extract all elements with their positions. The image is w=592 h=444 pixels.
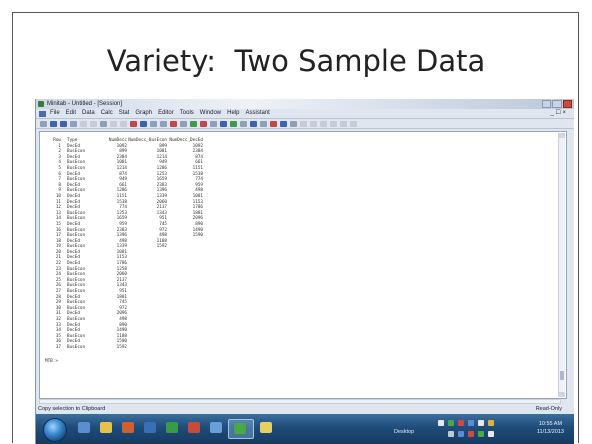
ie-taskbar-icon[interactable] bbox=[78, 422, 90, 433]
menu-editor[interactable]: Editor bbox=[158, 109, 174, 118]
powerpoint-taskbar-icon[interactable] bbox=[188, 422, 200, 433]
help-icon[interactable] bbox=[180, 120, 187, 127]
desktop-toolbar-label[interactable]: Desktop bbox=[394, 429, 414, 435]
minitab-app-icon bbox=[38, 101, 44, 107]
tools-icon[interactable] bbox=[290, 120, 297, 127]
find-icon[interactable] bbox=[140, 120, 147, 127]
explorer-taskbar-icon[interactable] bbox=[100, 422, 112, 433]
align-icon[interactable] bbox=[350, 120, 357, 127]
horizontal-scrollbar[interactable] bbox=[39, 399, 561, 404]
minitab-window: Minitab - Untitled - [Session] File Edit D… bbox=[35, 99, 574, 444]
session-row: 37 BusEcon 1592 bbox=[45, 345, 203, 351]
graph-icon[interactable] bbox=[270, 120, 277, 127]
window-controls bbox=[542, 100, 572, 108]
status-message: Copy selection to Clipboard bbox=[38, 406, 106, 412]
print-icon[interactable] bbox=[70, 120, 77, 127]
windows-taskbar: Desktop 10:55 AM 11/13/2013 bbox=[36, 414, 574, 444]
vertical-scrollbar[interactable] bbox=[558, 133, 565, 397]
set-id-icon[interactable] bbox=[330, 120, 337, 127]
session-doc-icon bbox=[39, 111, 46, 117]
session-cell: 1592 bbox=[116, 344, 127, 350]
session-cell: 1590 bbox=[192, 233, 203, 239]
read-only-indicator: Read-Only bbox=[535, 406, 562, 412]
menu-window[interactable]: Window bbox=[200, 109, 221, 118]
info-icon[interactable] bbox=[210, 120, 217, 127]
worksheet-icon[interactable] bbox=[250, 120, 257, 127]
tray-app-icon[interactable] bbox=[448, 420, 454, 426]
tray-security-icon[interactable] bbox=[458, 420, 464, 426]
report-pad-icon[interactable] bbox=[230, 120, 237, 127]
cut-icon[interactable] bbox=[80, 120, 87, 127]
undo-icon[interactable] bbox=[110, 120, 117, 127]
start-button[interactable] bbox=[43, 418, 67, 442]
mtb-prompt[interactable]: MTB > bbox=[45, 359, 203, 365]
clock-time: 10:55 AM bbox=[538, 421, 563, 427]
history-icon[interactable] bbox=[220, 120, 227, 127]
system-clock[interactable]: 10:55 AM 11/13/2013 bbox=[537, 420, 564, 436]
graph-edit-icon[interactable] bbox=[280, 120, 287, 127]
copy-icon[interactable] bbox=[90, 120, 97, 127]
next-icon[interactable] bbox=[160, 120, 167, 127]
tray-bluetooth-icon[interactable] bbox=[458, 431, 464, 437]
window-title: Minitab - Untitled - [Session] bbox=[47, 101, 123, 107]
close-button[interactable] bbox=[562, 100, 572, 108]
menu-stat[interactable]: Stat bbox=[119, 109, 130, 118]
tray-flag-icon[interactable] bbox=[488, 420, 494, 426]
tray-arrow-icon[interactable] bbox=[438, 420, 444, 426]
tray-update-icon[interactable] bbox=[468, 431, 474, 437]
tray-power-icon[interactable] bbox=[488, 431, 494, 437]
layout-icon[interactable] bbox=[340, 120, 347, 127]
menu-bar: File Edit Data Calc Stat Graph Editor Tools Wind… bbox=[36, 109, 574, 118]
status-bar: Copy selection to Clipboard Read-Only bbox=[36, 405, 574, 413]
excel-taskbar-icon[interactable] bbox=[166, 422, 178, 433]
menu-file[interactable]: File bbox=[50, 109, 60, 118]
redo-icon[interactable] bbox=[120, 120, 127, 127]
project-manager-icon[interactable] bbox=[240, 120, 247, 127]
session-output: Row Type NumDeccNumDecc_BusEcon NumDecc_Dec… bbox=[45, 138, 203, 364]
scroll-thumb[interactable] bbox=[560, 371, 564, 380]
toolbar bbox=[36, 118, 574, 129]
clock-date: 11/13/2013 bbox=[536, 429, 564, 435]
tray-network-icon[interactable] bbox=[468, 420, 474, 426]
session-cell: BusEcon bbox=[67, 344, 86, 350]
minitab-taskbar-icon bbox=[234, 423, 246, 434]
scroll-down-arrow-icon[interactable] bbox=[559, 392, 565, 397]
mdi-controls[interactable]: _ ☐ × bbox=[550, 109, 566, 118]
paste-icon[interactable] bbox=[100, 120, 107, 127]
data-window-icon[interactable] bbox=[260, 120, 267, 127]
menu-help[interactable]: Help bbox=[227, 109, 239, 118]
slide-title: Variety: Two Sample Data bbox=[106, 44, 486, 78]
media-taskbar-icon[interactable] bbox=[122, 422, 134, 433]
minimize-button[interactable] bbox=[542, 100, 552, 108]
open-icon[interactable] bbox=[50, 120, 57, 127]
menu-tools[interactable]: Tools bbox=[180, 109, 194, 118]
graph-folder-icon[interactable] bbox=[200, 120, 207, 127]
menu-edit[interactable]: Edit bbox=[66, 109, 76, 118]
folder-taskbar-icon[interactable] bbox=[260, 422, 272, 433]
menu-assistant[interactable]: Assistant bbox=[245, 109, 269, 118]
select-icon[interactable] bbox=[310, 120, 317, 127]
edit-last-dialog-icon[interactable] bbox=[130, 120, 137, 127]
app-taskbar-icon[interactable] bbox=[210, 422, 222, 433]
new-icon[interactable] bbox=[40, 120, 47, 127]
menu-graph[interactable]: Graph bbox=[135, 109, 152, 118]
menu-calc[interactable]: Calc bbox=[101, 109, 113, 118]
word-taskbar-icon[interactable] bbox=[144, 422, 156, 433]
maximize-button[interactable] bbox=[552, 100, 562, 108]
menu-data[interactable]: Data bbox=[82, 109, 95, 118]
session-cell: 37 bbox=[55, 344, 61, 350]
brush-icon[interactable] bbox=[300, 120, 307, 127]
cancel-command-icon[interactable] bbox=[170, 120, 177, 127]
title-bar: Minitab - Untitled - [Session] bbox=[36, 99, 574, 109]
save-icon[interactable] bbox=[60, 120, 67, 127]
session-window-icon[interactable] bbox=[190, 120, 197, 127]
tray-battery-icon[interactable] bbox=[448, 431, 454, 437]
session-window[interactable]: Row Type NumDeccNumDecc_BusEcon NumDecc_Dec… bbox=[39, 131, 567, 399]
tray-sync-icon[interactable] bbox=[478, 431, 484, 437]
zoom-icon[interactable] bbox=[320, 120, 327, 127]
scroll-up-arrow-icon[interactable] bbox=[559, 133, 565, 138]
tray-volume-icon[interactable] bbox=[478, 420, 484, 426]
previous-icon[interactable] bbox=[150, 120, 157, 127]
